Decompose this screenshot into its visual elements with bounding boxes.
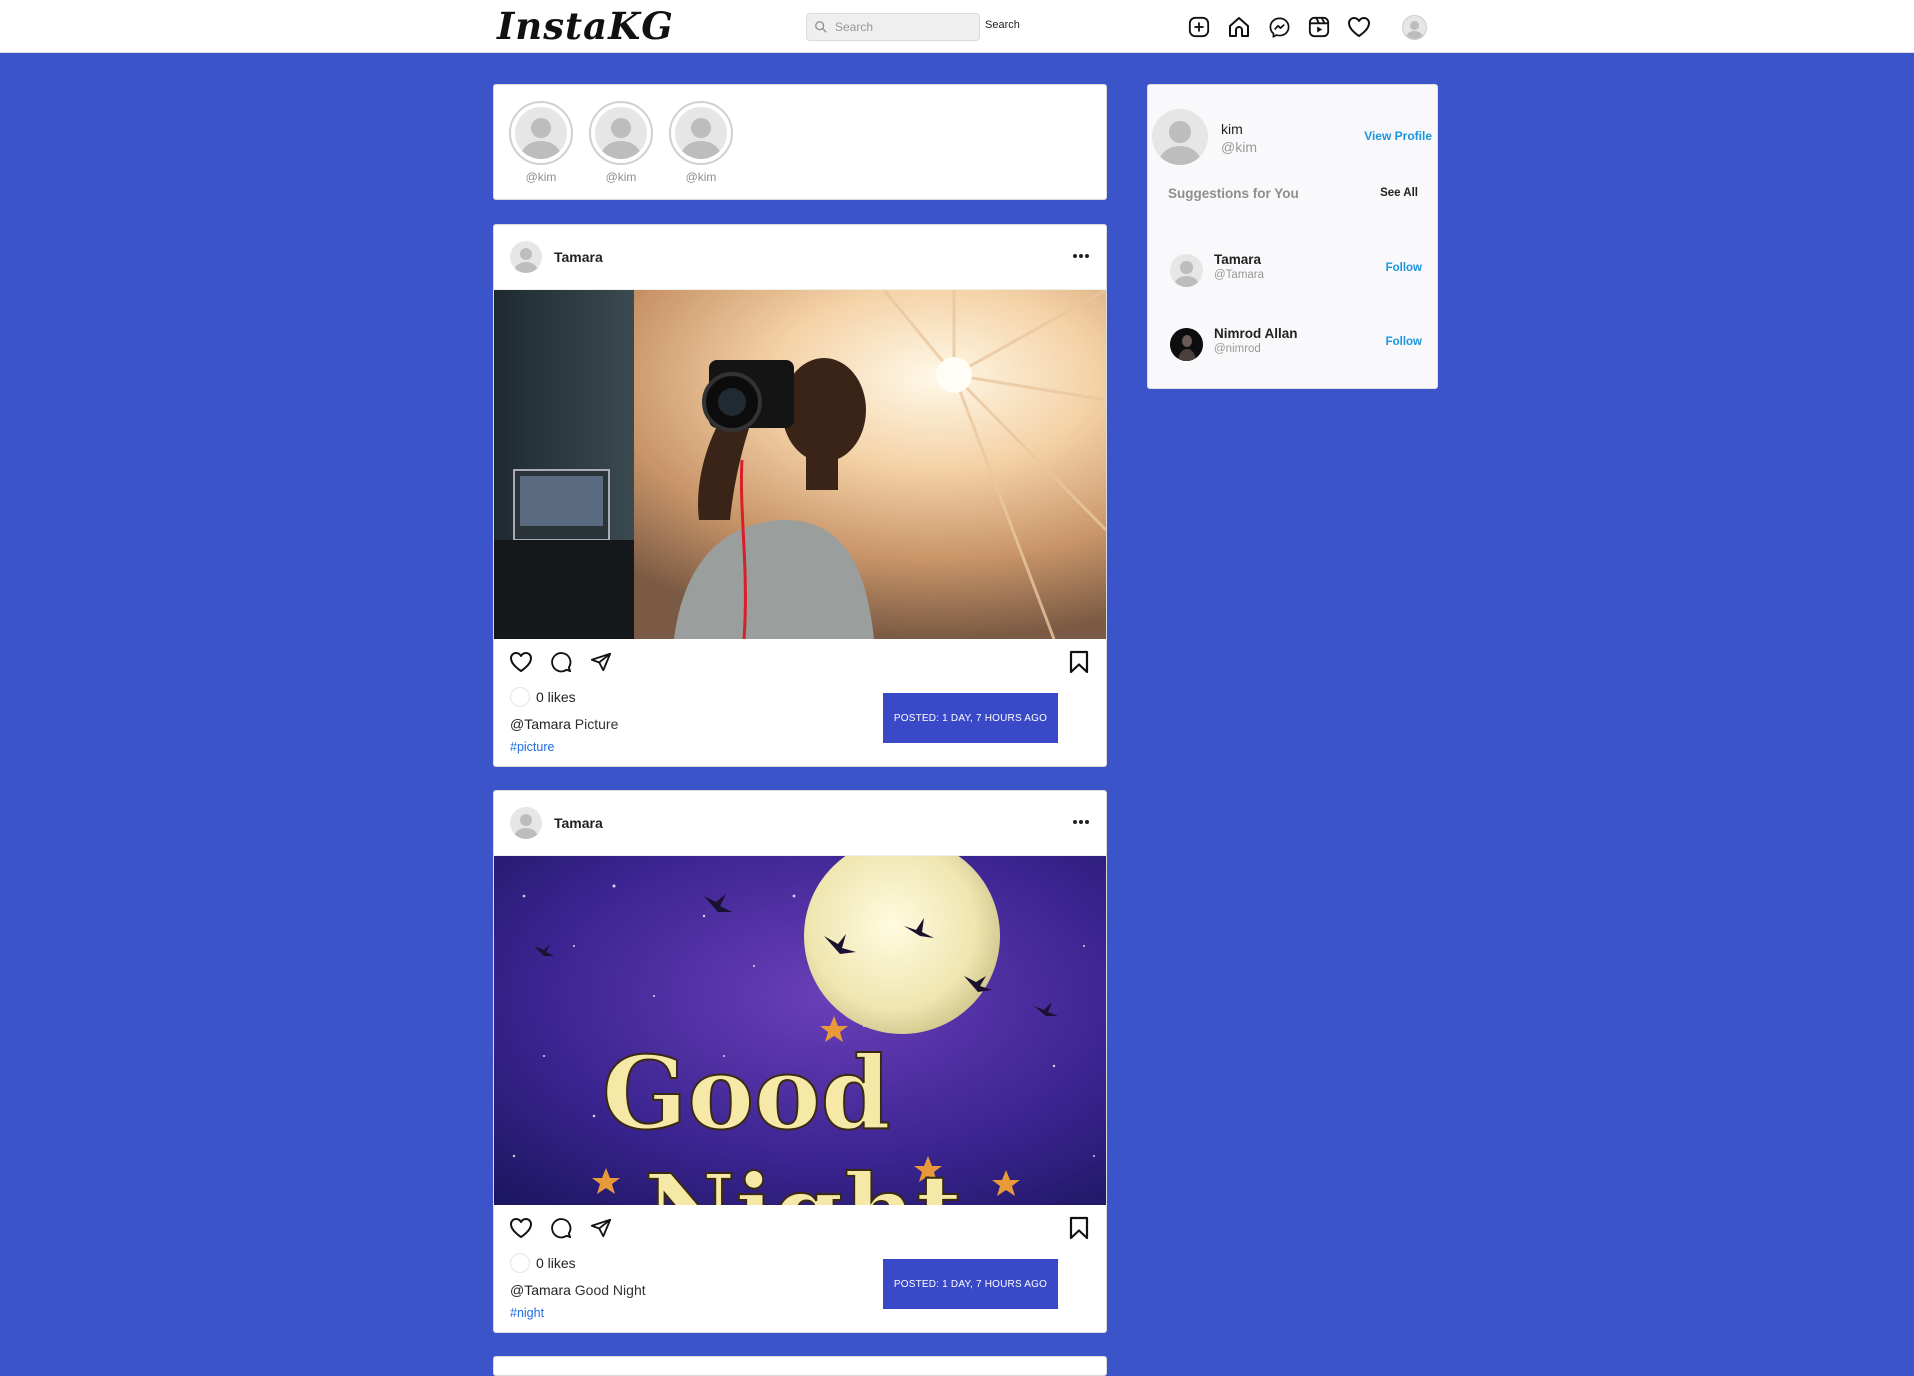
app-logo[interactable]: InstaKG [497, 4, 674, 48]
story-handle: @kim [605, 170, 637, 184]
bookmark-icon[interactable] [1066, 1215, 1092, 1241]
messenger-icon[interactable] [1266, 14, 1292, 40]
comment-icon[interactable] [548, 1215, 574, 1241]
comment-icon[interactable] [548, 649, 574, 675]
story-ring [589, 101, 653, 165]
suggestion-item: Tamara @Tamara Follow [1170, 252, 1422, 288]
posted-time-badge: POSTED: 1 DAY, 7 HOURS AGO [883, 693, 1058, 743]
likes-row: 0 likes [510, 687, 576, 707]
story-ring [669, 101, 733, 165]
story-item[interactable]: @kim [669, 101, 733, 184]
share-icon[interactable] [588, 1215, 614, 1241]
post-card: Tamara [493, 224, 1107, 767]
story-handle: @kim [525, 170, 557, 184]
suggestion-avatar[interactable] [1170, 254, 1203, 287]
suggestion-name[interactable]: Tamara [1214, 252, 1261, 267]
caption-user[interactable]: @Tamara [510, 716, 571, 732]
likes-avatar [510, 687, 530, 707]
image-text-night: Night [644, 1152, 962, 1205]
current-user-handle: @kim [1221, 139, 1257, 155]
suggestions-sidebar: kim @kim View Profile Suggestions for Yo… [1147, 84, 1438, 389]
search-box [806, 13, 980, 41]
hashtag-link[interactable]: #night [510, 1306, 544, 1320]
top-navbar: InstaKG Search [0, 0, 1914, 53]
avatar [1403, 16, 1426, 39]
post-card: Tamara [493, 790, 1107, 1333]
current-user-name: kim [1221, 121, 1243, 137]
post-author[interactable]: Tamara [554, 815, 603, 831]
suggestions-title: Suggestions for You [1168, 186, 1299, 201]
avatar [595, 107, 647, 159]
likes-row: 0 likes [510, 1253, 576, 1273]
post-author[interactable]: Tamara [554, 249, 603, 265]
post-header: Tamara [494, 791, 1106, 856]
likes-count[interactable]: 0 likes [536, 689, 576, 705]
suggestion-handle: @nimrod [1214, 343, 1261, 355]
image-text-good: Good [602, 1034, 891, 1152]
story-item[interactable]: @kim [509, 101, 573, 184]
create-icon[interactable] [1186, 14, 1212, 40]
like-icon[interactable] [508, 649, 534, 675]
stories-bar: @kim @kim @kim [493, 84, 1107, 200]
suggestion-name[interactable]: Nimrod Allan [1214, 326, 1298, 341]
post-caption: @Tamara Picture [510, 716, 618, 732]
likes-count[interactable]: 0 likes [536, 1255, 576, 1271]
post-image[interactable]: Good Night [494, 856, 1106, 1205]
profile-avatar[interactable] [1402, 15, 1427, 40]
good-night-image: Good Night [494, 856, 1106, 1205]
story-ring [509, 101, 573, 165]
search-input[interactable] [833, 16, 973, 38]
search-icon [815, 21, 827, 33]
caption-text: Picture [570, 716, 619, 732]
likes-avatar [510, 1253, 530, 1273]
post-image[interactable] [494, 290, 1106, 639]
post-header: Tamara [494, 225, 1106, 290]
caption-user[interactable]: @Tamara [510, 1282, 571, 1298]
bookmark-icon[interactable] [1066, 649, 1092, 675]
suggestion-item: Nimrod Allan @nimrod Follow [1170, 326, 1422, 362]
post-card-partial [493, 1356, 1107, 1376]
avatar [675, 107, 727, 159]
suggestion-avatar[interactable] [1170, 328, 1203, 361]
share-icon[interactable] [588, 649, 614, 675]
reels-icon[interactable] [1306, 14, 1332, 40]
suggestion-handle: @Tamara [1214, 269, 1265, 281]
like-icon[interactable] [508, 1215, 534, 1241]
see-all-link[interactable]: See All [1380, 187, 1418, 199]
photographer-photo [494, 290, 1106, 639]
follow-button[interactable]: Follow [1386, 262, 1422, 274]
follow-button[interactable]: Follow [1386, 336, 1422, 348]
post-caption: @Tamara Good Night [510, 1282, 646, 1298]
story-handle: @kim [685, 170, 717, 184]
caption-text: Good Night [570, 1282, 646, 1298]
hashtag-link[interactable]: #picture [510, 740, 554, 754]
more-options-icon[interactable] [1068, 809, 1094, 835]
more-options-icon[interactable] [1068, 243, 1094, 269]
avatar [515, 107, 567, 159]
author-avatar[interactable] [510, 807, 542, 839]
author-avatar[interactable] [510, 241, 542, 273]
search-button[interactable]: Search [985, 19, 1020, 31]
story-item[interactable]: @kim [589, 101, 653, 184]
heart-icon[interactable] [1346, 14, 1372, 40]
view-profile-link[interactable]: View Profile [1364, 129, 1432, 143]
current-user-avatar[interactable] [1152, 109, 1208, 165]
posted-time-badge: POSTED: 1 DAY, 7 HOURS AGO [883, 1259, 1058, 1309]
home-icon[interactable] [1226, 14, 1252, 40]
